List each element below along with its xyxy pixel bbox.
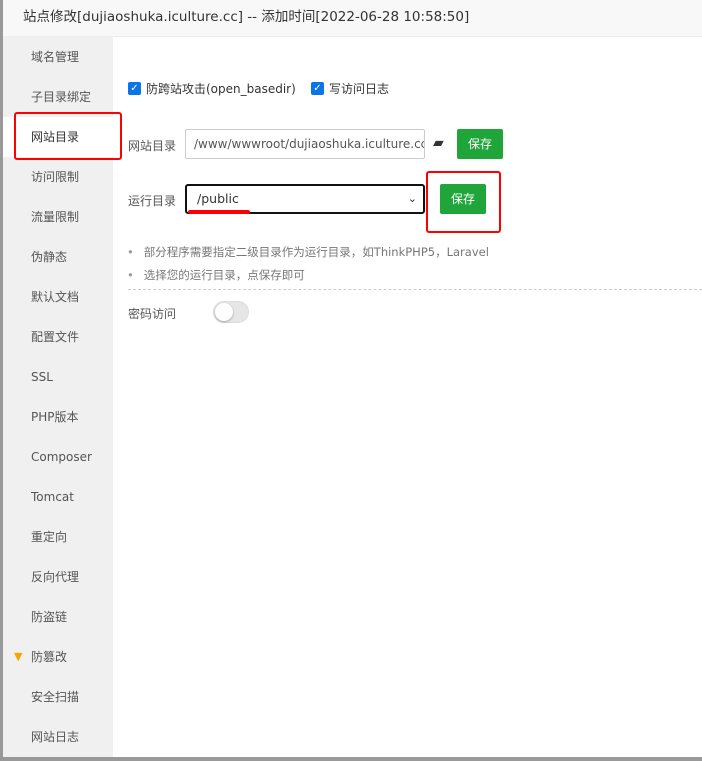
checkbox-checked-icon: ✓ — [128, 82, 141, 95]
window-title: 站点修改[dujiaoshuka.iculture.cc] -- 添加时间[20… — [3, 0, 702, 37]
checkbox-checked-icon: ✓ — [311, 82, 324, 95]
main-panel: ✓ 防跨站攻击(open_basedir) ✓ 写访问日志 网站目录 /www/ww… — [113, 37, 702, 757]
sidebar-item-label: 防篡改 — [31, 650, 68, 664]
sidebar-item-label: PHP版本 — [31, 410, 79, 424]
sidebar-item-label: 防盗链 — [31, 610, 68, 624]
sidebar-item-tomcat[interactable]: Tomcat — [3, 477, 113, 517]
sidebar-item-label: 安全扫描 — [31, 690, 80, 704]
sidebar-item-reverse-proxy[interactable]: 反向代理 — [3, 557, 113, 597]
folder-open-icon[interactable]: ▰ — [433, 135, 444, 151]
site-dir-save-button[interactable]: 保存 — [457, 129, 503, 159]
sidebar-item-hotlink[interactable]: 防盗链 — [3, 597, 113, 637]
site-dir-input[interactable]: /www/wwwroot/dujiaoshuka.iculture.cc — [185, 129, 425, 159]
highlight-box-sidebar — [14, 112, 122, 160]
sidebar-item-label: 子目录绑定 — [31, 90, 92, 104]
password-access-toggle[interactable] — [213, 301, 249, 323]
sidebar-item-domain[interactable]: 域名管理 — [3, 37, 113, 77]
sidebar-item-label: Tomcat — [31, 490, 74, 504]
tip-item: 选择您的运行目录，点保存即可 — [127, 267, 305, 283]
sidebar-item-label: 反向代理 — [31, 570, 80, 584]
red-underline-annotation — [188, 210, 250, 214]
sidebar-item-redirect[interactable]: 重定向 — [3, 517, 113, 557]
access-log-checkbox[interactable]: ✓ 写访问日志 — [311, 80, 389, 97]
sidebar-item-access-limit[interactable]: 访问限制 — [3, 157, 113, 197]
sidebar-item-label: 配置文件 — [31, 330, 80, 344]
sidebar-item-label: 默认文档 — [31, 290, 80, 304]
chevron-down-icon: ⌄ — [407, 192, 417, 205]
open-basedir-checkbox[interactable]: ✓ 防跨站攻击(open_basedir) — [128, 80, 296, 97]
run-dir-value: /public — [197, 191, 239, 206]
sidebar-item-label: 域名管理 — [31, 50, 80, 64]
password-access-label: 密码访问 — [128, 307, 177, 321]
sidebar-item-traffic-limit[interactable]: 流量限制 — [3, 197, 113, 237]
sidebar-item-label: SSL — [31, 370, 53, 384]
checkbox-label: 防跨站攻击(open_basedir) — [146, 82, 296, 96]
toggle-knob — [215, 303, 233, 321]
sidebar-item-composer[interactable]: Composer — [3, 437, 113, 477]
gem-icon: ▼ — [14, 650, 23, 663]
site-dir-label: 网站目录 — [128, 139, 177, 153]
sidebar-item-tamper-proof[interactable]: ▼ 防篡改 — [3, 637, 113, 677]
sidebar-item-security-scan[interactable]: 安全扫描 — [3, 677, 113, 717]
sidebar-item-rewrite[interactable]: 伪静态 — [3, 237, 113, 277]
sidebar-item-config[interactable]: 配置文件 — [3, 317, 113, 357]
divider — [128, 289, 702, 290]
tip-item: 部分程序需要指定二级目录作为运行目录，如ThinkPHP5，Laravel — [127, 244, 489, 260]
sidebar-item-default-doc[interactable]: 默认文档 — [3, 277, 113, 317]
sidebar-item-label: 访问限制 — [31, 170, 80, 184]
sidebar-item-php-version[interactable]: PHP版本 — [3, 397, 113, 437]
checkbox-label: 写访问日志 — [329, 82, 390, 96]
sidebar-item-label: 伪静态 — [31, 250, 68, 264]
sidebar-item-site-log[interactable]: 网站日志 — [3, 717, 113, 757]
sidebar-item-label: 流量限制 — [31, 210, 80, 224]
sidebar-item-label: 重定向 — [31, 530, 68, 544]
run-dir-label: 运行目录 — [128, 194, 177, 208]
sidebar-item-label: Composer — [31, 450, 92, 464]
sidebar-item-subdir[interactable]: 子目录绑定 — [3, 77, 113, 117]
highlight-box-save — [426, 171, 501, 233]
sidebar-item-label: 网站日志 — [31, 730, 80, 744]
sidebar-item-ssl[interactable]: SSL — [3, 357, 113, 397]
